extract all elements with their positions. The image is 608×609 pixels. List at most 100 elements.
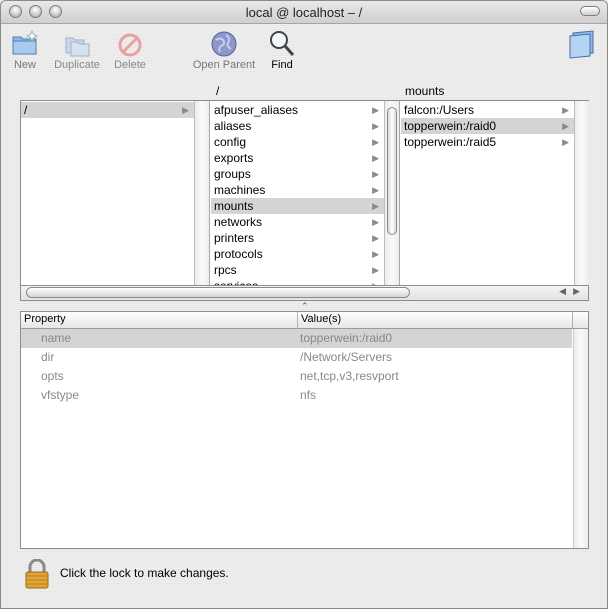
- directory-item[interactable]: networks ▶: [211, 214, 384, 230]
- directory-item-label: machines: [214, 183, 266, 197]
- column-divider: [399, 101, 400, 285]
- directory-item[interactable]: exports ▶: [211, 150, 384, 166]
- find-button[interactable]: Find: [267, 29, 297, 71]
- mount-item-label: topperwein:/raid0: [404, 119, 497, 133]
- disclosure-arrow-icon: ▶: [372, 233, 379, 243]
- column1-scroll-thumb[interactable]: [387, 107, 397, 235]
- directory-item[interactable]: groups ▶: [211, 166, 384, 182]
- directory-item-label: services: [214, 279, 258, 285]
- browser-column-mounts: falcon:/Users ▶ topperwein:/raid0 ▶ topper…: [401, 101, 574, 285]
- disclosure-arrow-icon: ▶: [182, 105, 189, 115]
- app-window: local @ localhost – / New Duplicate Dele…: [0, 0, 608, 609]
- delete-icon: [118, 33, 142, 57]
- table-row[interactable]: vfstype nfs: [21, 386, 572, 405]
- table-row[interactable]: dir /Network/Servers: [21, 348, 572, 367]
- property-cell: opts: [41, 369, 64, 383]
- directory-item[interactable]: rpcs ▶: [211, 262, 384, 278]
- delete-button[interactable]: Delete: [111, 29, 149, 71]
- scroll-right-arrow-icon[interactable]: ▶: [573, 286, 580, 297]
- column2-header: mounts: [405, 84, 445, 98]
- disclosure-arrow-icon: ▶: [372, 201, 379, 211]
- disclosure-arrow-icon: ▶: [562, 105, 569, 115]
- find-button-label: Find: [271, 59, 293, 71]
- property-cell: dir: [41, 350, 55, 364]
- directory-item-label: aliases: [214, 119, 252, 133]
- directory-item[interactable]: machines ▶: [211, 182, 384, 198]
- disclosure-arrow-icon: ▶: [372, 265, 379, 275]
- disclosure-arrow-icon: ▶: [372, 217, 379, 227]
- column1-scrollbar[interactable]: [384, 101, 399, 285]
- new-button[interactable]: New: [10, 29, 40, 71]
- disclosure-arrow-icon: ▶: [372, 137, 379, 147]
- directory-browser[interactable]: / ▶ afpuser_aliases ▶ aliases ▶ config ▶ ex…: [20, 100, 589, 286]
- disclosure-arrow-icon: ▶: [372, 249, 379, 259]
- value-cell: /Network/Servers: [300, 350, 393, 364]
- duplicate-button[interactable]: Duplicate: [51, 29, 103, 71]
- toolbar-toggle-button[interactable]: [580, 6, 600, 16]
- table-scrollbar[interactable]: [573, 329, 588, 548]
- browser-column-directories: afpuser_aliases ▶ aliases ▶ config ▶ export…: [211, 101, 384, 285]
- directory-item-selected[interactable]: mounts ▶: [211, 198, 384, 214]
- directory-item-label: config: [214, 135, 247, 149]
- properties-table[interactable]: Property Value(s) name topperwein:/raid0…: [20, 311, 589, 549]
- duplicate-icon: [65, 37, 90, 57]
- delete-button-label: Delete: [114, 59, 146, 71]
- scroll-left-arrow-icon[interactable]: ◀: [559, 286, 566, 297]
- directory-item-label: protocols: [214, 247, 263, 261]
- directory-item[interactable]: config ▶: [211, 134, 384, 150]
- column0-scrollbar[interactable]: [194, 101, 209, 285]
- mount-item[interactable]: falcon:/Users ▶: [401, 102, 574, 118]
- open-parent-button-label: Open Parent: [192, 59, 256, 71]
- column1-header: /: [216, 84, 220, 98]
- directory-item-label: rpcs: [214, 263, 237, 277]
- directory-item-label: networks: [214, 215, 263, 229]
- root-item[interactable]: / ▶: [21, 102, 194, 118]
- value-cell: net,tcp,v3,resvport: [300, 369, 399, 383]
- table-header: Property Value(s): [21, 312, 588, 329]
- table-row[interactable]: name topperwein:/raid0: [21, 329, 572, 348]
- directory-item-label: afpuser_aliases: [214, 103, 299, 117]
- magnifier-icon: [270, 31, 295, 56]
- directory-item[interactable]: services ▶: [211, 278, 384, 285]
- browser-column-root: / ▶: [21, 101, 194, 285]
- disclosure-arrow-icon: ▶: [562, 121, 569, 131]
- directory-item-label: printers: [214, 231, 255, 245]
- mount-item[interactable]: topperwein:/raid5 ▶: [401, 134, 574, 150]
- property-cell: vfstype: [41, 388, 80, 402]
- disclosure-arrow-icon: ▶: [372, 169, 379, 179]
- mount-item-label: topperwein:/raid5: [404, 135, 497, 149]
- directory-item-label: mounts: [214, 199, 254, 213]
- directory-item-label: exports: [214, 151, 254, 165]
- directory-item[interactable]: protocols ▶: [211, 246, 384, 262]
- column-divider: [209, 101, 210, 285]
- column2-scrollbar[interactable]: [574, 101, 589, 285]
- folder-icon: [567, 27, 599, 62]
- disclosure-arrow-icon: ▶: [372, 278, 379, 285]
- table-row[interactable]: opts net,tcp,v3,resvport: [21, 367, 572, 386]
- lock-message: Click the lock to make changes.: [60, 566, 229, 580]
- value-column-header[interactable]: Value(s): [301, 313, 341, 325]
- globe-icon: [211, 31, 237, 57]
- property-column-header[interactable]: Property: [24, 313, 66, 325]
- directory-item[interactable]: afpuser_aliases ▶: [211, 102, 384, 118]
- column-separator: [297, 312, 298, 328]
- new-folder-icon: [12, 29, 39, 55]
- disclosure-arrow-icon: ▶: [372, 105, 379, 115]
- duplicate-button-label: Duplicate: [54, 59, 100, 71]
- disclosure-arrow-icon: ▶: [562, 137, 569, 147]
- value-cell: topperwein:/raid0: [300, 331, 393, 345]
- horizontal-scroll-thumb[interactable]: [26, 287, 410, 298]
- directory-item-label: groups: [214, 167, 251, 181]
- property-cell: name: [41, 331, 72, 345]
- directory-item[interactable]: printers ▶: [211, 230, 384, 246]
- browser-horizontal-scrollbar[interactable]: ◀ ▶: [20, 286, 589, 301]
- title-bar: local @ localhost – /: [1, 1, 607, 24]
- lock-button[interactable]: [24, 558, 50, 592]
- mount-item-label: falcon:/Users: [404, 103, 475, 117]
- disclosure-arrow-icon: ▶: [372, 185, 379, 195]
- mount-item-selected[interactable]: topperwein:/raid0 ▶: [401, 118, 574, 134]
- disclosure-arrow-icon: ▶: [372, 121, 379, 131]
- directory-item[interactable]: aliases ▶: [211, 118, 384, 134]
- open-parent-button[interactable]: Open Parent: [189, 29, 259, 71]
- disclosure-arrow-icon: ▶: [372, 153, 379, 163]
